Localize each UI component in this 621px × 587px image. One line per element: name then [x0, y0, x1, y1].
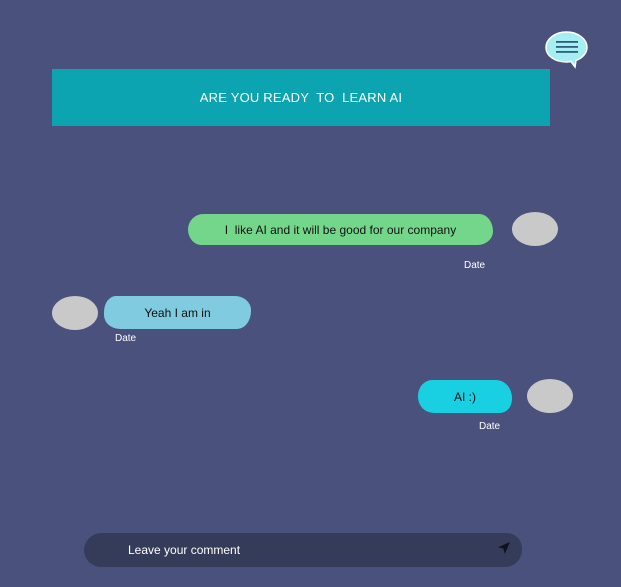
comment-composer	[84, 533, 522, 567]
comment-input[interactable]	[128, 533, 488, 567]
chat-menu-icon[interactable]	[545, 31, 588, 69]
message-text: I like AI and it will be good for our co…	[224, 222, 457, 237]
page-title-banner: ARE YOU READY TO LEARN AI	[52, 69, 550, 126]
message-bubble-incoming: Yeah I am in	[104, 296, 251, 329]
message-text: Yeah I am in	[144, 305, 211, 320]
message-bubble-outgoing: I like AI and it will be good for our co…	[188, 214, 493, 245]
message-bubble-outgoing: AI :)	[418, 380, 512, 413]
message-date: Date	[115, 333, 137, 344]
avatar	[527, 379, 573, 413]
message-date: Date	[479, 421, 501, 432]
message-date: Date	[464, 260, 486, 271]
send-arrow-icon[interactable]	[497, 541, 511, 555]
avatar	[52, 296, 98, 330]
message-text: AI :)	[453, 389, 476, 404]
avatar	[512, 212, 558, 246]
page-title: ARE YOU READY TO LEARN AI	[199, 90, 403, 105]
